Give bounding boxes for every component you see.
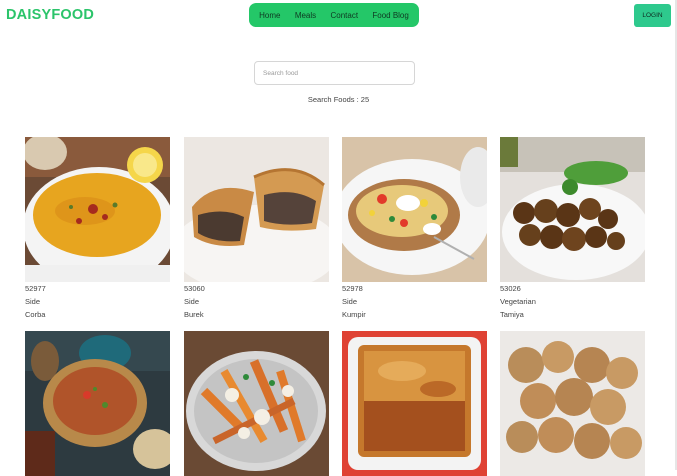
food-card-corba[interactable]: 52977 Side Corba: [25, 137, 170, 321]
food-card-5[interactable]: [25, 331, 170, 476]
food-image-burek[interactable]: [184, 137, 329, 282]
food-image-kumpir[interactable]: [342, 137, 487, 282]
main-nav: Home Meals Contact Food Blog: [249, 3, 419, 27]
food-image-tamiya[interactable]: [500, 137, 645, 282]
food-category: Vegetarian: [500, 297, 536, 306]
brand-logo[interactable]: DAISYFOOD: [6, 7, 94, 23]
food-category: Side: [25, 297, 41, 306]
food-image-7[interactable]: [342, 331, 487, 476]
search-input[interactable]: [254, 61, 415, 85]
search-count: Search Foods : 25: [307, 95, 370, 104]
food-card-burek[interactable]: 53060 Side Burek: [184, 137, 329, 321]
food-id: 52978: [342, 284, 363, 293]
nav-contact[interactable]: Contact: [330, 11, 358, 20]
nav-food-blog[interactable]: Food Blog: [372, 11, 408, 20]
food-category: Side: [342, 297, 358, 306]
food-category: Side: [184, 297, 200, 306]
food-id: 52977: [25, 284, 46, 293]
nav-meals[interactable]: Meals: [295, 11, 316, 20]
food-image-8[interactable]: [500, 331, 645, 476]
food-card-8[interactable]: [500, 331, 645, 476]
food-name: Burek: [184, 310, 204, 319]
food-image-5[interactable]: [25, 331, 170, 476]
food-image-corba[interactable]: [25, 137, 170, 282]
food-card-kumpir[interactable]: 52978 Side Kumpir: [342, 137, 487, 321]
food-card-6[interactable]: [184, 331, 329, 476]
food-card-7[interactable]: [342, 331, 487, 476]
food-name: Corba: [25, 310, 46, 319]
nav-home[interactable]: Home: [259, 11, 280, 20]
food-name: Tamiya: [500, 310, 524, 319]
food-image-6[interactable]: [184, 331, 329, 476]
food-id: 53026: [500, 284, 521, 293]
food-name: Kumpir: [342, 310, 366, 319]
login-button[interactable]: LOGIN: [634, 4, 671, 27]
food-card-tamiya[interactable]: 53026 Vegetarian Tamiya: [500, 137, 645, 321]
food-id: 53060: [184, 284, 205, 293]
